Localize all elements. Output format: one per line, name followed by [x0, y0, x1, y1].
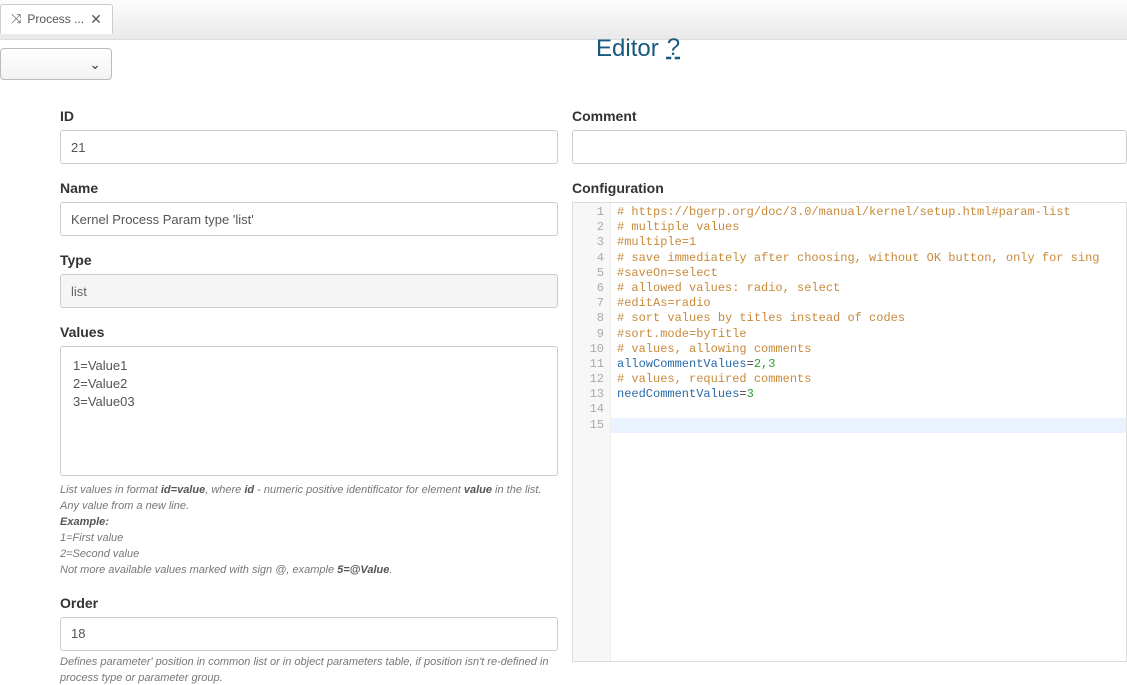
- values-label: Values: [60, 324, 558, 340]
- comment-label: Comment: [572, 108, 1127, 124]
- toolbar: ⌄ Editor ?: [0, 40, 1127, 80]
- tab-label: Process ...: [27, 12, 84, 26]
- name-label: Name: [60, 180, 558, 196]
- chevron-down-icon: ⌄: [89, 56, 101, 73]
- type-input[interactable]: [60, 274, 558, 308]
- help-icon[interactable]: ?: [667, 34, 680, 64]
- tab-process[interactable]: ⤨ Process ... ✕: [0, 4, 113, 34]
- order-input[interactable]: [60, 617, 558, 651]
- order-label: Order: [60, 595, 558, 611]
- type-label: Type: [60, 252, 558, 268]
- code-gutter: 123456789101112131415: [573, 203, 611, 661]
- configuration-editor[interactable]: 123456789101112131415 # https://bgerp.or…: [572, 202, 1127, 662]
- toolbar-dropdown[interactable]: ⌄: [0, 48, 112, 80]
- editor-title-text: Editor: [596, 35, 659, 63]
- name-input[interactable]: [60, 202, 558, 236]
- values-textarea[interactable]: [60, 346, 558, 476]
- comment-input[interactable]: [572, 130, 1127, 164]
- order-hint: Defines parameter' position in common li…: [60, 655, 558, 685]
- id-input[interactable]: [60, 130, 558, 164]
- id-label: ID: [60, 108, 558, 124]
- values-hint: List values in format id=value, where id…: [60, 483, 558, 579]
- configuration-label: Configuration: [572, 180, 1127, 196]
- shuffle-icon: ⤨: [11, 11, 21, 27]
- code-lines[interactable]: # https://bgerp.org/doc/3.0/manual/kerne…: [611, 203, 1126, 433]
- close-icon[interactable]: ✕: [90, 12, 102, 26]
- tab-bar: ⤨ Process ... ✕: [0, 0, 1127, 40]
- editor-heading: Editor ?: [596, 34, 680, 64]
